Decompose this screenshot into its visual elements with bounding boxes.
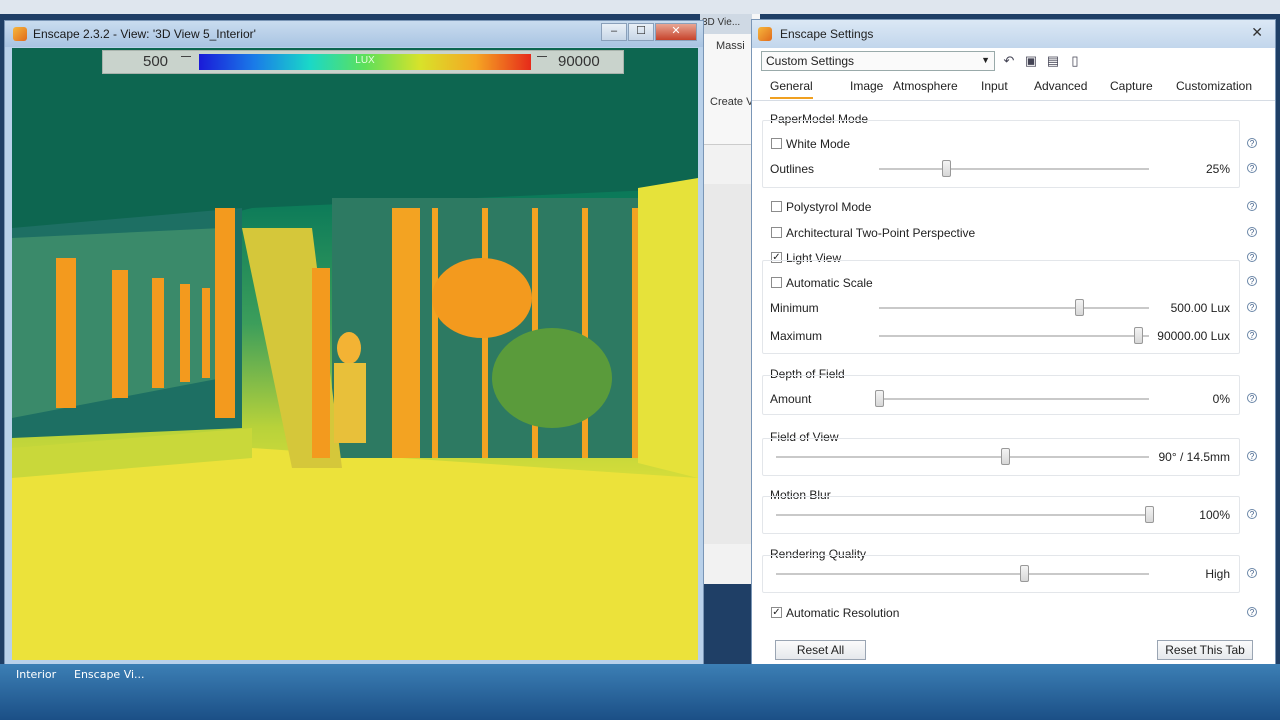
fov-value: 90° / 14.5mm	[1158, 450, 1231, 464]
taskbar-item-interior[interactable]: Interior	[16, 668, 56, 681]
fov-slider-thumb[interactable]	[1001, 448, 1010, 465]
tab-input[interactable]: Input	[981, 79, 1008, 93]
preset-dropdown[interactable]: Custom Settings ▼	[761, 51, 995, 71]
automatic-resolution-checkbox[interactable]: ✓	[771, 607, 782, 618]
tab-image[interactable]: Image	[850, 79, 883, 93]
lux-max-tick	[537, 56, 547, 57]
outlines-value: 25%	[1205, 162, 1230, 176]
settings-titlebar[interactable]: Enscape Settings ✕	[752, 20, 1275, 48]
dof-slider-thumb[interactable]	[875, 390, 884, 407]
scene-render-graphic	[12, 48, 698, 660]
save-as-icon[interactable]: ▤	[1045, 53, 1061, 69]
help-icon[interactable]: ?	[1247, 201, 1257, 211]
two-point-perspective-label: Architectural Two-Point Perspective	[786, 226, 976, 240]
fov-slider-track[interactable]	[776, 456, 1149, 458]
lux-color-scale: LUX	[199, 54, 531, 70]
minimum-slider-track[interactable]	[879, 307, 1149, 309]
minimum-value: 500.00 Lux	[1170, 301, 1230, 315]
tab-atmosphere[interactable]: Atmosphere	[893, 79, 958, 93]
enscape-app-icon	[13, 27, 27, 41]
minimum-label: Minimum	[770, 301, 819, 315]
viewport-window-controls: – ☐ ✕	[600, 23, 697, 41]
settings-tabs: General Image Atmosphere Input Advanced …	[752, 74, 1275, 101]
background-ribbon-tab[interactable]: Massi	[716, 40, 745, 52]
tab-general[interactable]: General	[770, 79, 813, 99]
outlines-label: Outlines	[770, 162, 815, 176]
help-icon[interactable]: ?	[1247, 607, 1257, 617]
lux-min-value: 500	[143, 53, 169, 70]
polystyrol-checkbox[interactable]	[771, 201, 782, 212]
enscape-viewport-window: Enscape 2.3.2 - View: '3D View 5_Interio…	[4, 20, 704, 666]
close-button[interactable]: ✕	[655, 23, 697, 41]
help-icon[interactable]: ?	[1247, 163, 1257, 173]
settings-app-icon	[758, 27, 772, 41]
tab-advanced[interactable]: Advanced	[1034, 79, 1087, 93]
new-preset-icon[interactable]: ▯	[1067, 53, 1083, 69]
undo-icon[interactable]: ↶	[1001, 53, 1017, 69]
dof-value: 0%	[1212, 392, 1230, 406]
maximum-label: Maximum	[770, 329, 823, 343]
light-view-render[interactable]: 500 LUX 90000	[12, 48, 698, 660]
viewport-title: Enscape 2.3.2 - View: '3D View 5_Interio…	[33, 27, 256, 41]
tab-capture[interactable]: Capture	[1110, 79, 1153, 93]
minimize-button[interactable]: –	[601, 23, 627, 41]
papermodel-panel	[762, 120, 1240, 188]
dof-slider-track[interactable]	[879, 398, 1149, 400]
maximize-button[interactable]: ☐	[628, 23, 654, 41]
tab-customization[interactable]: Customization	[1176, 79, 1252, 93]
help-icon[interactable]: ?	[1247, 451, 1257, 461]
motion-blur-slider-track[interactable]	[776, 514, 1149, 516]
lux-legend: 500 LUX 90000	[102, 50, 624, 74]
quality-slider-thumb[interactable]	[1020, 565, 1029, 582]
chevron-down-icon: ▼	[981, 55, 990, 65]
background-drawing-area	[704, 184, 754, 544]
help-icon[interactable]: ?	[1247, 227, 1257, 237]
lux-min-tick	[181, 56, 191, 57]
save-icon[interactable]: ▣	[1023, 53, 1039, 69]
maximum-slider-track[interactable]	[879, 335, 1149, 337]
minimum-slider-thumb[interactable]	[1075, 299, 1084, 316]
automatic-scale-checkbox[interactable]	[771, 277, 782, 288]
reset-all-button[interactable]: Reset All	[775, 640, 866, 660]
help-icon[interactable]: ?	[1247, 302, 1257, 312]
dof-amount-label: Amount	[770, 392, 812, 406]
preset-toolbar: ↶ ▣ ▤ ▯	[1001, 53, 1083, 69]
outlines-slider-track[interactable]	[879, 168, 1149, 170]
help-icon[interactable]: ?	[1247, 509, 1257, 519]
settings-title: Enscape Settings	[780, 27, 874, 41]
polystyrol-label: Polystyrol Mode	[786, 200, 872, 214]
enscape-settings-window: Enscape Settings ✕ Custom Settings ▼ ↶ ▣…	[751, 19, 1276, 680]
maximum-value: 90000.00 Lux	[1157, 329, 1230, 343]
white-mode-label: White Mode	[786, 137, 851, 151]
background-view-tab[interactable]: 3D Vie...	[700, 14, 752, 34]
help-icon[interactable]: ?	[1247, 568, 1257, 578]
motion-blur-value: 100%	[1199, 508, 1230, 522]
taskbar: Interior Enscape Vi...	[0, 664, 1280, 720]
viewport-titlebar[interactable]: Enscape 2.3.2 - View: '3D View 5_Interio…	[5, 21, 703, 47]
background-create-label[interactable]: Create V	[710, 96, 753, 108]
automatic-resolution-label: Automatic Resolution	[786, 606, 900, 620]
two-point-perspective-checkbox[interactable]	[771, 227, 782, 238]
white-mode-checkbox[interactable]	[771, 138, 782, 149]
settings-close-icon[interactable]: ✕	[1251, 24, 1263, 41]
automatic-scale-label: Automatic Scale	[786, 276, 873, 290]
reset-this-tab-button[interactable]: Reset This Tab	[1157, 640, 1253, 660]
taskbar-item-enscape[interactable]: Enscape Vi...	[74, 668, 145, 681]
help-icon[interactable]: ?	[1247, 330, 1257, 340]
lux-unit-label: LUX	[355, 55, 375, 66]
lux-max-value: 90000	[558, 53, 600, 70]
help-icon[interactable]: ?	[1247, 393, 1257, 403]
quality-value: High	[1205, 567, 1230, 581]
preset-selected-value: Custom Settings	[766, 54, 855, 68]
help-icon[interactable]: ?	[1247, 276, 1257, 286]
quality-slider-track[interactable]	[776, 573, 1149, 575]
help-icon[interactable]: ?	[1247, 252, 1257, 262]
outlines-slider-thumb[interactable]	[942, 160, 951, 177]
help-icon[interactable]: ?	[1247, 138, 1257, 148]
desktop-top-strip	[0, 0, 1280, 14]
